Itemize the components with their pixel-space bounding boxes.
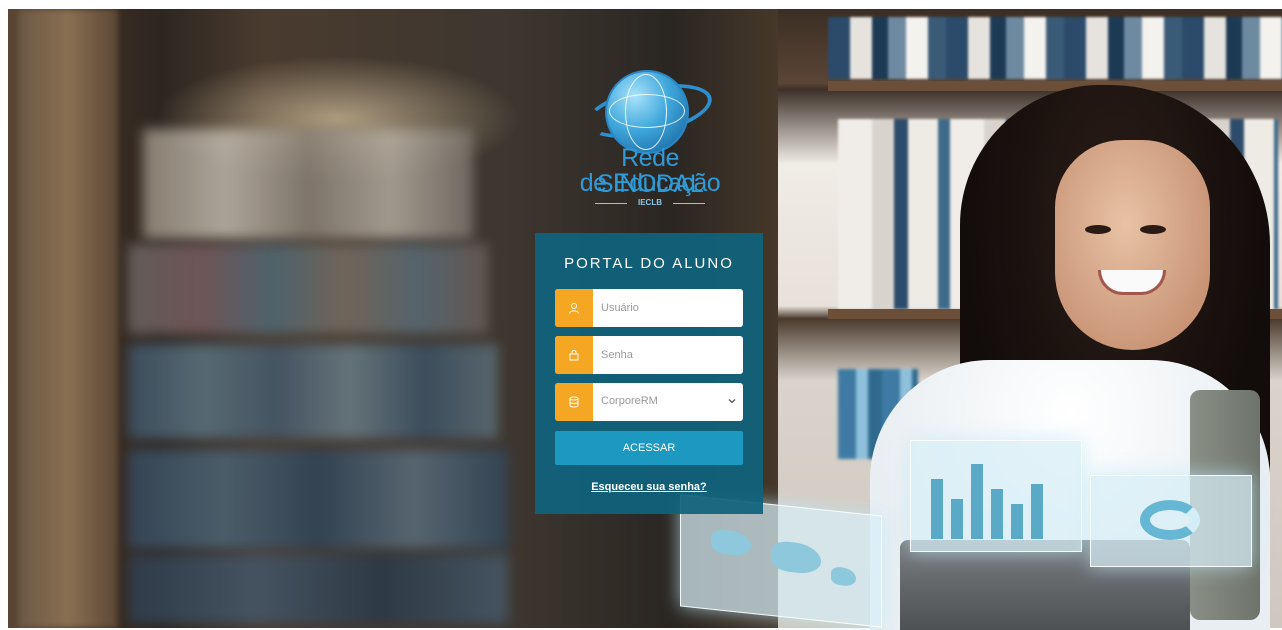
database-selected-value: CorporeRM bbox=[601, 395, 658, 407]
student-eye bbox=[1140, 225, 1166, 234]
map-continent bbox=[831, 566, 856, 587]
background-shelf bbox=[128, 344, 498, 439]
background-shelf bbox=[128, 554, 508, 624]
username-input[interactable] bbox=[601, 289, 737, 327]
hologram-bar bbox=[931, 479, 943, 539]
map-continent bbox=[771, 539, 821, 576]
globe-parallel bbox=[609, 94, 685, 128]
password-field[interactable] bbox=[555, 336, 743, 374]
hologram-bar bbox=[1011, 504, 1023, 539]
background-shelf bbox=[128, 449, 508, 549]
chevron-down-icon[interactable] bbox=[727, 396, 737, 406]
password-input[interactable] bbox=[601, 336, 737, 374]
background-shelf bbox=[128, 244, 488, 334]
hologram-bar bbox=[951, 499, 963, 539]
bookshelf-books bbox=[828, 17, 1282, 79]
background-shelf bbox=[143, 129, 473, 239]
hologram-donut bbox=[1140, 500, 1200, 540]
lock-icon bbox=[555, 336, 593, 374]
hologram-bar bbox=[1031, 484, 1043, 539]
login-title: PORTAL DO ALUNO bbox=[564, 255, 734, 272]
hologram-bar-screen bbox=[910, 440, 1082, 552]
map-continent bbox=[711, 528, 751, 557]
hologram-bar bbox=[971, 464, 983, 539]
student-face bbox=[1055, 140, 1210, 350]
username-field[interactable] bbox=[555, 289, 743, 327]
logo-tagline: IECLB bbox=[595, 198, 705, 207]
database-select[interactable]: CorporeRM bbox=[555, 383, 743, 421]
student-eye bbox=[1085, 225, 1111, 234]
hologram-bar bbox=[991, 489, 1003, 539]
forgot-password-link[interactable]: Esqueceu sua senha? bbox=[535, 481, 763, 493]
logo-word-rede: Rede bbox=[621, 144, 679, 172]
login-panel: PORTAL DO ALUNO CorporeRM ACESSAR Esquec… bbox=[535, 233, 763, 514]
user-icon bbox=[555, 289, 593, 327]
database-icon bbox=[555, 383, 593, 421]
hologram-map-screen bbox=[680, 494, 882, 628]
rede-sinodal-logo: Rede SINODAL de Educação IECLB bbox=[565, 65, 735, 225]
background-pillar bbox=[18, 9, 118, 628]
logo-title-line2: de Educação bbox=[579, 169, 721, 197]
login-button[interactable]: ACESSAR bbox=[555, 431, 743, 465]
shelf-board bbox=[828, 81, 1282, 91]
globe-icon bbox=[605, 70, 689, 154]
